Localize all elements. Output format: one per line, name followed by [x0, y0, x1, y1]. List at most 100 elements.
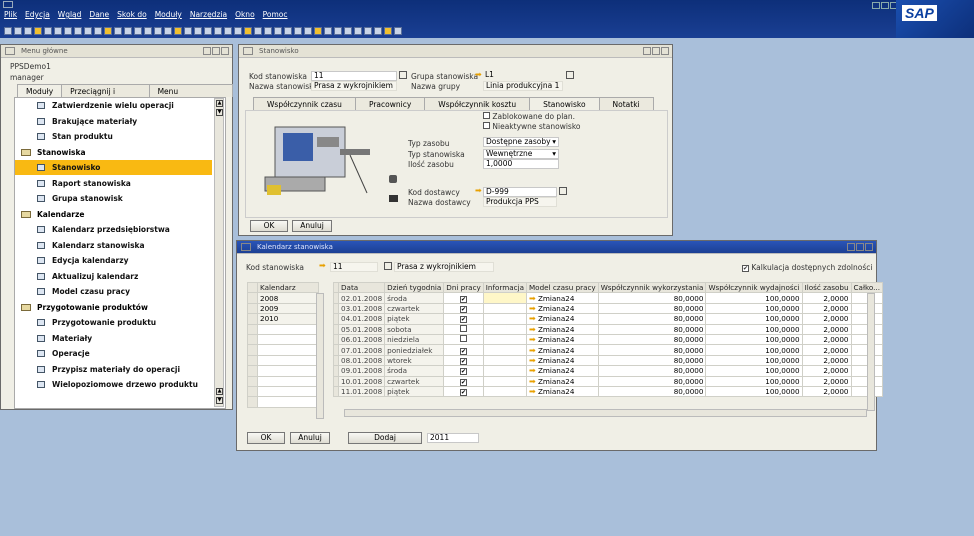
utilization-cell[interactable]: 80,0000 [597, 292, 707, 304]
table-row[interactable] [247, 333, 319, 346]
info-cell[interactable] [482, 385, 527, 398]
table-row[interactable]: 02.01.2008 środa ✔ ➡ Zmiana24 80,0000 100,000… [333, 292, 884, 304]
folder-icon[interactable] [389, 175, 397, 183]
toolbar-button-icon[interactable] [294, 26, 302, 35]
nazwa-stanowiska-field[interactable]: Prasa z wykrojnikiem [394, 262, 494, 272]
resource-qty-cell[interactable]: 2,0000 [801, 313, 852, 325]
utilization-cell[interactable]: 80,0000 [597, 323, 707, 335]
info-cell[interactable] [482, 302, 527, 315]
table-row[interactable]: 10.01.2008 czwartek ✔ ➡ Zmiana24 80,0000 100,… [333, 375, 884, 387]
tree-item[interactable]: Brakujące materiały [15, 114, 212, 129]
toolbar-button-icon[interactable] [34, 26, 42, 35]
system-menu-icon[interactable] [3, 1, 13, 8]
workday-cell[interactable]: ✔ [443, 365, 484, 377]
resource-qty-cell[interactable]: 2,0000 [801, 365, 852, 377]
toolbar-button-icon[interactable] [274, 26, 282, 35]
browse-icon[interactable] [384, 262, 392, 270]
tree-item[interactable]: Stanowisko [15, 160, 212, 175]
resource-qty-cell[interactable]: 2,0000 [801, 333, 852, 346]
work-model-cell[interactable]: ➡ Zmiana24 [525, 385, 599, 398]
table-row[interactable] [247, 354, 319, 367]
checkbox-icon[interactable] [483, 122, 490, 129]
close-icon[interactable] [661, 47, 669, 55]
maximize-icon[interactable] [856, 243, 864, 251]
years-scrollbar[interactable] [316, 293, 324, 419]
link-arrow-icon[interactable]: ➡ [529, 346, 536, 354]
tab-1[interactable]: Pracownicy [354, 97, 426, 110]
efficiency-cell[interactable]: 100,0000 [705, 354, 803, 367]
row-selector[interactable] [247, 385, 258, 398]
row-selector[interactable] [247, 365, 258, 377]
column-header[interactable]: Data [337, 281, 386, 294]
toolbar-button-icon[interactable] [264, 26, 272, 35]
tree-item[interactable]: Zatwierdzenie wielu operacji [15, 98, 212, 113]
column-header[interactable]: Informacja [482, 281, 527, 294]
resource-qty-cell[interactable]: 2,0000 [801, 344, 852, 356]
menu-item[interactable]: Pomoc [259, 10, 292, 22]
tab-4[interactable]: Notatki [598, 97, 654, 110]
toolbar-button-icon[interactable] [344, 26, 352, 35]
checkbox-checked-icon[interactable]: ✔ [742, 265, 749, 272]
toolbar-button-icon[interactable] [314, 26, 322, 35]
cancel-button[interactable]: Anuluj [292, 220, 332, 232]
work-model-cell[interactable]: ➡ Zmiana24 [525, 375, 599, 387]
toolbar-button-icon[interactable] [304, 26, 312, 35]
typ-zasobu-select[interactable]: Dostępne zasoby ▾ [483, 137, 559, 147]
toolbar-button-icon[interactable] [204, 26, 212, 35]
tree-item[interactable]: Kalendarz przedsiębiorstwa [15, 222, 212, 237]
table-row[interactable]: 2010 [247, 313, 319, 325]
tree-item[interactable]: Grupa stanowisk [15, 191, 212, 206]
close-icon[interactable] [865, 243, 873, 251]
nieaktywne-checkbox[interactable]: Nieaktywne stanowisko [483, 122, 580, 131]
year-cell[interactable] [257, 396, 319, 408]
table-row[interactable] [247, 365, 319, 377]
link-arrow-icon[interactable]: ➡ [529, 367, 536, 375]
workday-cell[interactable]: ✔ [443, 292, 484, 304]
work-model-cell[interactable]: ➡ Zmiana24 [525, 292, 599, 304]
toolbar-button-icon[interactable] [4, 26, 12, 35]
efficiency-cell[interactable]: 100,0000 [705, 313, 803, 325]
chevron-down-icon[interactable]: ▾ [552, 138, 556, 146]
browse-icon[interactable] [559, 187, 567, 195]
browse-icon[interactable] [399, 71, 407, 79]
checkbox-checked-icon[interactable]: ✔ [460, 347, 468, 355]
table-row[interactable] [247, 375, 319, 387]
table-row[interactable]: 06.01.2008 niedziela ➡ Zmiana24 80,0000 100,… [333, 333, 884, 346]
table-row[interactable] [247, 323, 319, 335]
tree-item[interactable]: Edycja kalendarzy [15, 253, 212, 268]
efficiency-cell[interactable]: 100,0000 [705, 375, 803, 387]
link-arrow-icon[interactable]: ➡ [475, 186, 482, 195]
toolbar-button-icon[interactable] [364, 26, 372, 35]
toolbar-button-icon[interactable] [214, 26, 222, 35]
efficiency-cell[interactable]: 100,0000 [705, 344, 803, 356]
resource-qty-cell[interactable]: 2,0000 [801, 302, 852, 315]
toolbar-button-icon[interactable] [14, 26, 22, 35]
tree-item[interactable]: Kalendarz stanowiska [15, 238, 212, 253]
year-cell[interactable]: 2008 [257, 292, 319, 304]
checkbox-checked-icon[interactable]: ✔ [460, 389, 468, 396]
tree-item[interactable]: Aktualizuj kalendarz [15, 269, 212, 284]
toolbar-button-icon[interactable] [254, 26, 262, 35]
workday-cell[interactable] [443, 323, 484, 335]
tab-0[interactable]: Moduły [17, 84, 63, 97]
kod-dostawcy-field[interactable]: D-999 [483, 187, 557, 197]
checkbox-checked-icon[interactable]: ✔ [460, 368, 468, 375]
tree-item[interactable]: Model czasu pracy [15, 284, 212, 299]
tree-item[interactable]: Stan produktu [15, 129, 212, 144]
checkbox-checked-icon[interactable]: ✔ [460, 357, 468, 365]
tree-folder[interactable]: Stanowiska [15, 145, 86, 160]
grupa-stanowiska-field[interactable]: L1 [483, 71, 563, 81]
toolbar-button-icon[interactable] [24, 26, 32, 35]
table-row[interactable]: 04.01.2008 piątek ✔ ➡ Zmiana24 80,0000 100,00… [333, 313, 884, 325]
info-cell[interactable] [482, 375, 527, 387]
toolbar-button-icon[interactable] [124, 26, 132, 35]
toolbar-button-icon[interactable] [224, 26, 232, 35]
tree-item[interactable]: Raport stanowiska [15, 176, 212, 191]
table-row[interactable]: 03.01.2008 czwartek ✔ ➡ Zmiana24 80,0000 100,… [333, 302, 884, 315]
tab-2[interactable]: Współczynnik kosztu [424, 97, 531, 110]
efficiency-cell[interactable]: 100,0000 [705, 385, 803, 398]
weekday-cell[interactable]: czwartek [384, 302, 445, 315]
link-arrow-icon[interactable]: ➡ [529, 294, 536, 302]
column-header[interactable]: Całko... [850, 281, 884, 294]
toolbar-button-icon[interactable] [234, 26, 242, 35]
